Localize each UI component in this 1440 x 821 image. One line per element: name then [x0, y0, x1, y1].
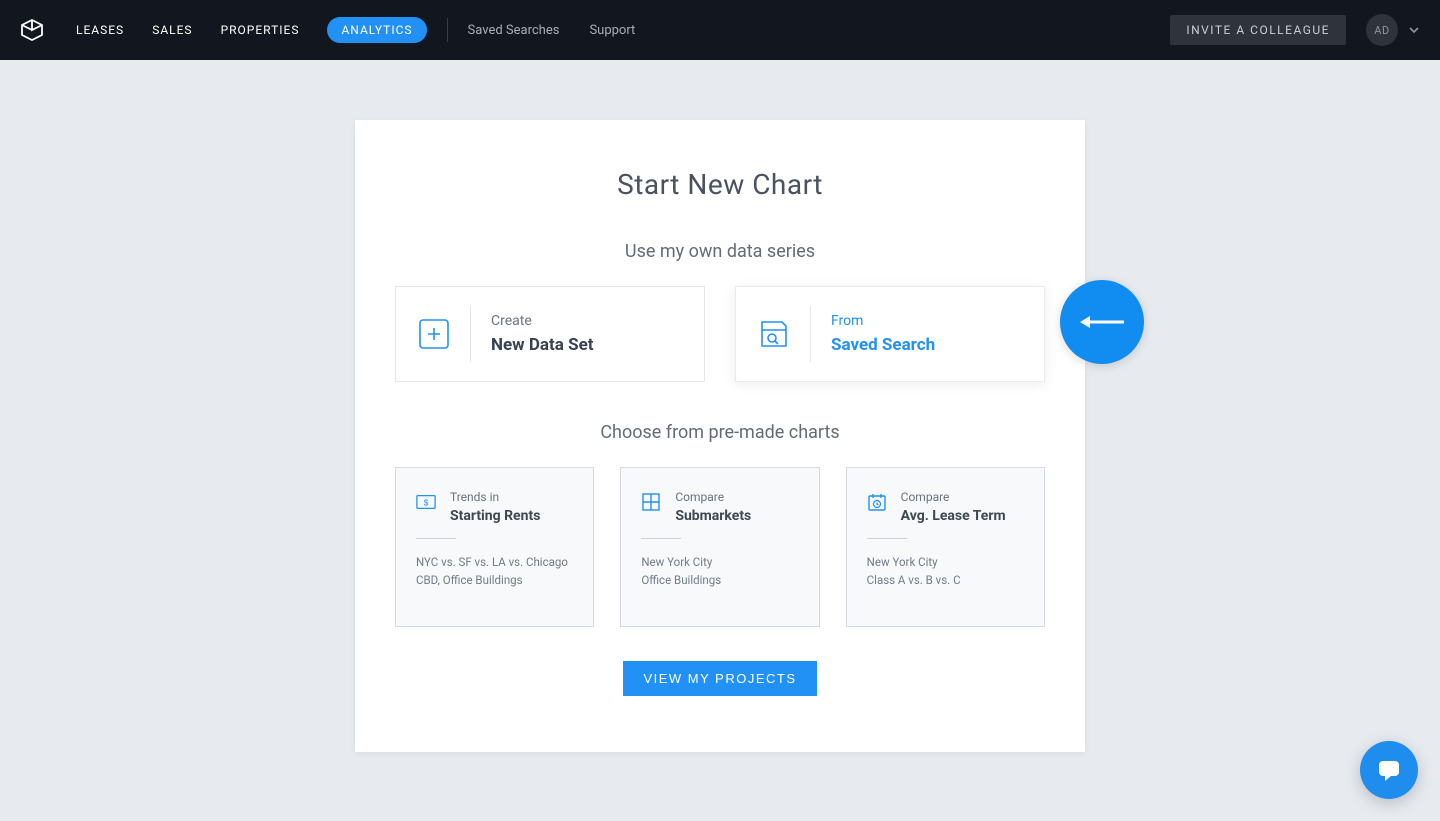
avatar[interactable]: AD — [1366, 14, 1398, 46]
calendar-clock-icon — [867, 492, 887, 512]
nav-divider — [447, 18, 448, 42]
nav-support[interactable]: Support — [589, 23, 635, 38]
card-title: Start New Chart — [395, 168, 1045, 201]
section-premade-label: Choose from pre-made charts — [395, 422, 1045, 443]
premade-starting-rents[interactable]: $ Trends in Starting Rents NYC vs. SF vs… — [395, 467, 594, 627]
invite-colleague-button[interactable]: INVITE A COLLEAGUE — [1170, 15, 1346, 45]
option-create-toplabel: Create — [491, 313, 594, 329]
option-saved-toplabel: From — [831, 313, 935, 329]
nav-analytics[interactable]: ANALYTICS — [327, 17, 426, 43]
nav-saved-searches[interactable]: Saved Searches — [468, 23, 560, 38]
dollar-card-icon: $ — [416, 492, 436, 512]
chevron-down-icon[interactable] — [1408, 21, 1420, 40]
option-create-new-data-set[interactable]: Create New Data Set — [395, 286, 705, 382]
saved-search-icon — [758, 318, 790, 350]
option-create-title: New Data Set — [491, 335, 594, 355]
view-my-projects-button[interactable]: VIEW MY PROJECTS — [623, 661, 816, 696]
new-chart-card: Start New Chart Use my own data series C… — [355, 120, 1085, 752]
premade-submarkets[interactable]: Compare Submarkets New York City Office … — [620, 467, 819, 627]
option-from-saved-search[interactable]: From Saved Search — [735, 286, 1045, 382]
nav-properties[interactable]: PROPERTIES — [221, 23, 300, 37]
option-saved-title: Saved Search — [831, 335, 935, 355]
nav-sales[interactable]: SALES — [152, 23, 192, 37]
grid-icon — [641, 492, 661, 512]
nav-leases[interactable]: LEASES — [76, 23, 124, 37]
plus-square-icon — [418, 318, 450, 350]
premade-avg-lease-term[interactable]: Compare Avg. Lease Term New York City Cl… — [846, 467, 1045, 627]
section-own-data-label: Use my own data series — [395, 241, 1045, 262]
chat-launcher[interactable] — [1360, 741, 1418, 799]
tutorial-arrow-bubble — [1060, 280, 1144, 364]
top-nav: LEASES SALES PROPERTIES ANALYTICS Saved … — [0, 0, 1440, 60]
app-logo[interactable] — [20, 18, 44, 42]
svg-text:$: $ — [424, 499, 429, 508]
